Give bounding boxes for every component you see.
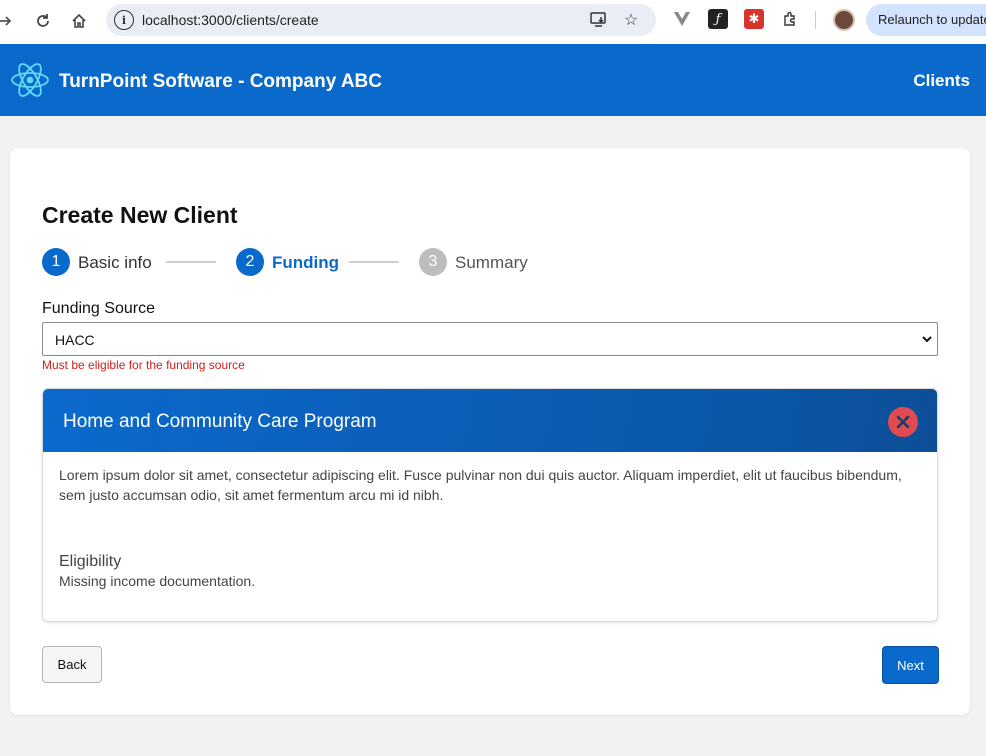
- nav-clients-link[interactable]: Clients: [913, 71, 970, 91]
- funding-source-value[interactable]: HACC: [55, 332, 95, 348]
- install-app-icon[interactable]: [590, 11, 608, 29]
- step-3-label: Summary: [455, 253, 528, 272]
- forward-arrow-icon[interactable]: [0, 10, 16, 32]
- create-client-card: Create New Client 1 Basic info 2 Funding…: [10, 148, 970, 715]
- home-icon[interactable]: [68, 10, 90, 32]
- step-3-circle: 3: [419, 248, 447, 276]
- site-info-icon[interactable]: i: [114, 10, 134, 30]
- step-2-label: Funding: [272, 253, 340, 272]
- bookmark-star-icon[interactable]: ☆: [622, 11, 640, 29]
- page-title: Create New Client: [42, 202, 238, 228]
- extensions-icon[interactable]: [780, 9, 800, 29]
- eligibility-value: Missing income documentation.: [59, 573, 256, 589]
- step-connector: [349, 261, 399, 263]
- address-bar[interactable]: i localhost:3000/clients/create ☆: [106, 4, 656, 36]
- function-extension-icon[interactable]: ƒ: [708, 9, 728, 29]
- step-1-circle: 1: [42, 248, 70, 276]
- program-description: Lorem ipsum dolor sit amet, consectetur …: [59, 467, 902, 503]
- relaunch-button[interactable]: Relaunch to update: [866, 4, 986, 36]
- app-title: TurnPoint Software - Company ABC: [59, 71, 382, 92]
- step-1-label: Basic info: [78, 253, 152, 272]
- next-button[interactable]: Next: [882, 646, 939, 684]
- funding-source-label: Funding Source: [42, 300, 155, 317]
- back-button[interactable]: Back: [42, 646, 102, 683]
- program-title: Home and Community Care Program: [63, 411, 377, 432]
- step-2-circle: 2: [236, 248, 264, 276]
- vue-devtools-icon[interactable]: [672, 9, 692, 29]
- browser-toolbar: i localhost:3000/clients/create ☆ ƒ ✱ Re…: [0, 0, 986, 44]
- funding-error-message: Must be eligible for the funding source: [42, 358, 245, 372]
- funding-source-select[interactable]: HACC: [42, 322, 938, 356]
- chevron-down-icon[interactable]: [921, 332, 933, 344]
- program-info-panel: Home and Community Care Program Lorem ip…: [42, 388, 938, 622]
- profile-avatar[interactable]: [833, 9, 855, 31]
- puzzle-extension-icon[interactable]: ✱: [744, 9, 764, 29]
- toolbar-divider: [815, 11, 816, 29]
- step-connector: [166, 261, 216, 263]
- program-panel-header: Home and Community Care Program: [43, 389, 937, 452]
- app-header: TurnPoint Software - Company ABC Clients: [0, 44, 986, 116]
- react-logo-icon: [10, 60, 50, 100]
- eligibility-label: Eligibility: [59, 553, 122, 570]
- ineligible-status-icon: [888, 407, 918, 437]
- url-text[interactable]: localhost:3000/clients/create: [142, 12, 319, 28]
- reload-icon[interactable]: [32, 10, 54, 32]
